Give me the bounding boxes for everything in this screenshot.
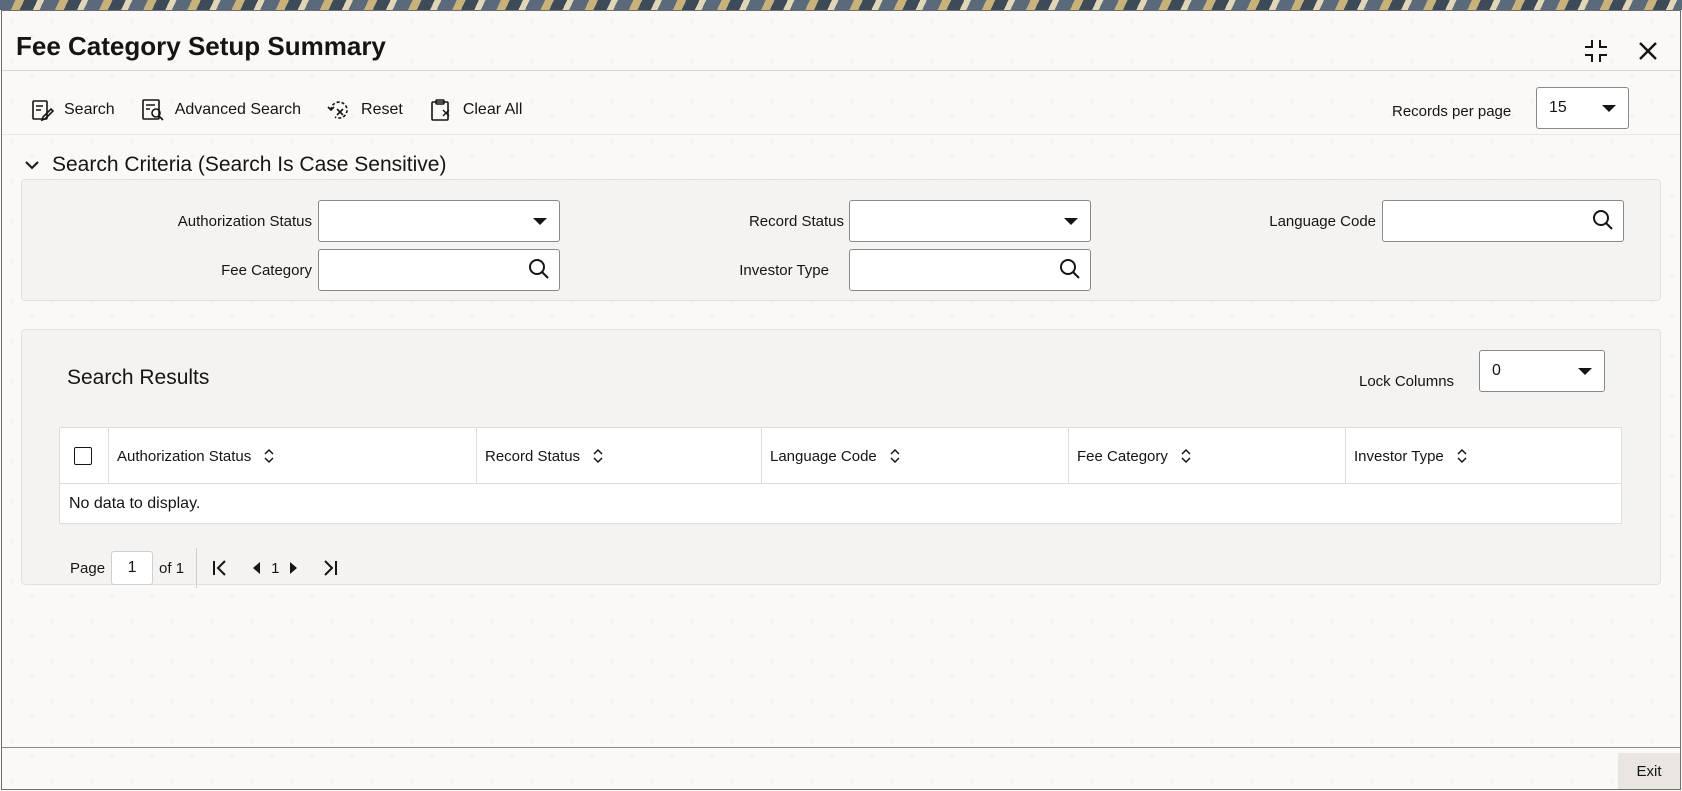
search-criteria-panel: Authorization Status Record Status Langu…: [21, 179, 1661, 301]
page-label: Page: [70, 559, 106, 577]
window-controls: [1582, 37, 1662, 65]
column-header-authorization-status[interactable]: Authorization Status: [117, 428, 275, 484]
minimize-icon[interactable]: [1582, 37, 1610, 65]
pagination: Page 1 of 1 1: [70, 548, 343, 588]
sort-icon: [1181, 448, 1191, 464]
column-header-investor-type[interactable]: Investor Type: [1354, 428, 1468, 484]
investor-type-label: Investor Type: [739, 262, 829, 279]
sort-icon: [890, 448, 900, 464]
advanced-search-button[interactable]: Advanced Search: [141, 93, 301, 127]
chevron-down-icon: [533, 218, 547, 225]
close-icon[interactable]: [1634, 37, 1662, 65]
column-divider: [1068, 428, 1069, 484]
record-status-select[interactable]: [849, 200, 1091, 242]
records-per-page-label: Records per page: [1392, 103, 1512, 120]
page-number-value: 1: [127, 559, 137, 576]
empty-message: No data to display.: [69, 495, 201, 512]
results-table: Authorization Status Record Status Langu…: [59, 427, 1622, 524]
search-doc-icon: [32, 100, 54, 122]
page-number-input[interactable]: 1: [111, 551, 154, 585]
search-criteria-toggle[interactable]: Search Criteria (Search Is Case Sensitiv…: [24, 153, 446, 177]
column-label: Record Status: [485, 447, 581, 465]
clear-all-button[interactable]: Clear All: [429, 93, 523, 127]
records-per-page-select[interactable]: 15: [1536, 87, 1629, 129]
footer-divider: [2, 747, 1680, 748]
investor-type-input[interactable]: [849, 249, 1091, 291]
search-icon[interactable]: [1592, 209, 1614, 231]
lock-columns-label: Lock Columns: [1359, 373, 1455, 390]
column-divider: [108, 428, 109, 484]
chevron-down-icon: [1578, 368, 1592, 375]
clear-all-label: Clear All: [462, 101, 523, 118]
column-header-language-code[interactable]: Language Code: [770, 428, 901, 484]
previous-page-icon[interactable]: [243, 555, 269, 581]
chevron-down-icon: [1602, 105, 1616, 112]
search-icon[interactable]: [1059, 258, 1081, 280]
records-per-page-value: 15: [1549, 99, 1567, 116]
column-divider: [1345, 428, 1346, 484]
select-all-checkbox[interactable]: [74, 447, 92, 465]
pager-divider: [196, 548, 198, 588]
current-page-number[interactable]: 1: [271, 560, 279, 577]
reset-button[interactable]: Reset: [327, 93, 403, 127]
column-header-fee-category[interactable]: Fee Category: [1077, 428, 1192, 484]
reset-label: Reset: [361, 101, 403, 118]
column-divider: [476, 428, 477, 484]
search-results-title: Search Results: [67, 366, 210, 389]
sort-icon: [1457, 448, 1467, 464]
sort-icon: [264, 448, 274, 464]
page-of-label: of 1: [159, 559, 185, 577]
search-icon[interactable]: [528, 258, 550, 280]
fee-category-input[interactable]: [318, 249, 560, 291]
column-header-record-status[interactable]: Record Status: [485, 428, 604, 484]
column-label: Investor Type: [1354, 447, 1444, 465]
search-criteria-heading: Search Criteria (Search Is Case Sensitiv…: [52, 153, 447, 176]
reset-icon: [327, 101, 348, 119]
chevron-down-icon: [1064, 218, 1078, 225]
column-divider: [761, 428, 762, 484]
next-page-icon[interactable]: [281, 555, 307, 581]
summary-window: Fee Category Setup Summary Search Advanc…: [1, 10, 1681, 790]
fee-category-label: Fee Category: [221, 262, 312, 279]
column-label: Fee Category: [1077, 447, 1168, 465]
search-button[interactable]: Search: [30, 93, 115, 127]
sort-icon: [593, 448, 603, 464]
advanced-search-label: Advanced Search: [174, 101, 302, 118]
authorization-status-label: Authorization Status: [177, 213, 312, 230]
search-button-label: Search: [64, 101, 115, 118]
advanced-search-icon: [141, 99, 164, 121]
exit-button[interactable]: Exit: [1618, 753, 1680, 789]
lock-columns-value: 0: [1492, 362, 1501, 379]
table-header: Authorization Status Record Status Langu…: [60, 428, 1621, 484]
language-code-label: Language Code: [1269, 213, 1376, 230]
column-label: Language Code: [770, 447, 877, 465]
lock-columns-select[interactable]: 0: [1479, 350, 1605, 392]
language-code-input[interactable]: [1382, 200, 1624, 242]
title-divider: [2, 70, 1680, 71]
first-page-icon[interactable]: [207, 555, 233, 581]
last-page-icon[interactable]: [317, 555, 343, 581]
record-status-label: Record Status: [748, 213, 844, 230]
toolbar-divider: [2, 134, 1680, 135]
column-label: Authorization Status: [117, 447, 252, 465]
authorization-status-select[interactable]: [318, 200, 560, 242]
toolbar: Search Advanced Search Reset Clear All: [30, 93, 522, 127]
clipboard-icon: [431, 99, 450, 121]
page-title: Fee Category Setup Summary: [16, 31, 386, 61]
chevron-down-icon: [25, 161, 39, 170]
header-banner: [0, 0, 1682, 10]
